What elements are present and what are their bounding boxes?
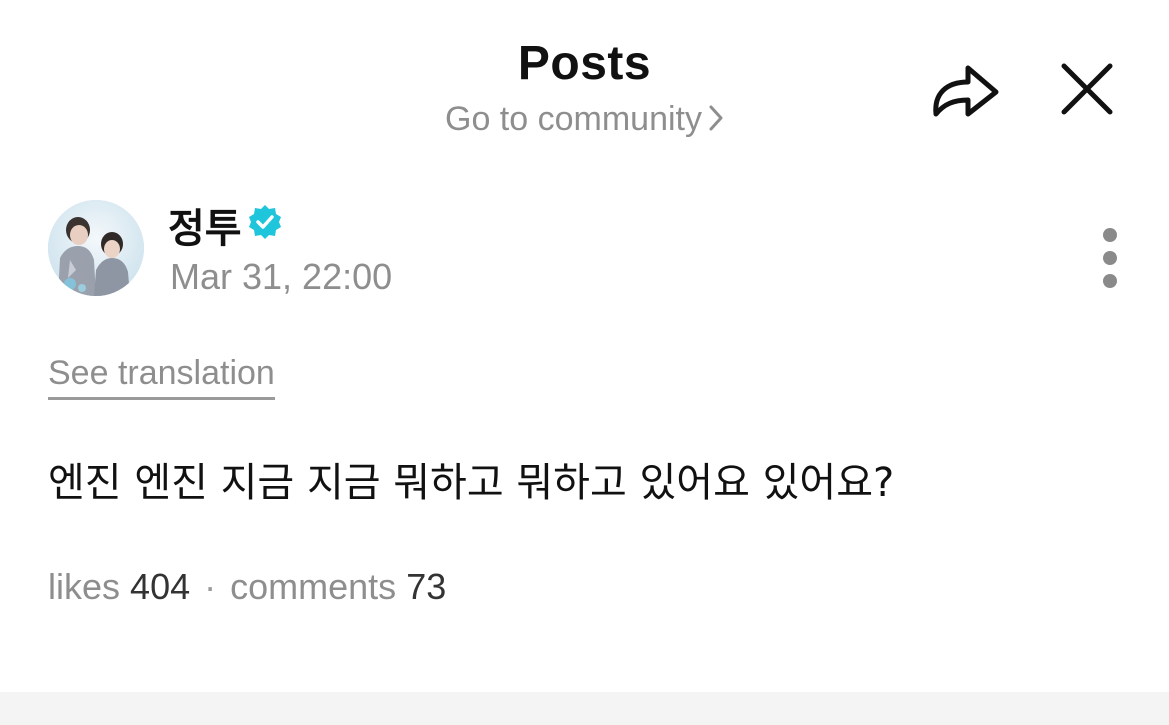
community-link-label: Go to community (445, 100, 702, 138)
comments-label: comments (230, 566, 397, 607)
see-translation-link[interactable]: See translation (48, 354, 275, 400)
author-name[interactable]: 정투 (168, 196, 242, 254)
close-button[interactable] (1054, 56, 1120, 122)
post-body: 엔진 엔진 지금 지금 뭐하고 뭐하고 있어요 있어요? (48, 460, 895, 506)
post-timestamp: Mar 31, 22:00 (170, 256, 393, 297)
more-dot-icon (1103, 274, 1117, 288)
header: Posts Go to community (0, 0, 1169, 160)
likes-count: 404 (130, 566, 191, 607)
post-page: Posts Go to community 정투 Mar 31, 22:00 S… (0, 0, 1169, 725)
post-stats: likes 404 · comments 73 (48, 566, 446, 608)
close-icon (1061, 63, 1113, 115)
section-divider (0, 692, 1169, 725)
comments-stat[interactable]: comments 73 (230, 566, 446, 607)
chevron-right-icon (709, 105, 723, 131)
avatar[interactable] (48, 200, 144, 296)
likes-stat[interactable]: likes 404 (48, 566, 190, 607)
share-button[interactable] (928, 56, 1004, 122)
comments-count: 73 (406, 566, 447, 607)
verified-badge-icon (246, 203, 284, 241)
more-dot-icon (1103, 251, 1117, 265)
more-dot-icon (1103, 228, 1117, 242)
avatar-image (48, 200, 144, 296)
likes-label: likes (48, 566, 121, 607)
more-options-button[interactable] (1092, 226, 1128, 290)
share-arrow-icon (933, 65, 999, 117)
stats-separator: · (204, 566, 217, 607)
